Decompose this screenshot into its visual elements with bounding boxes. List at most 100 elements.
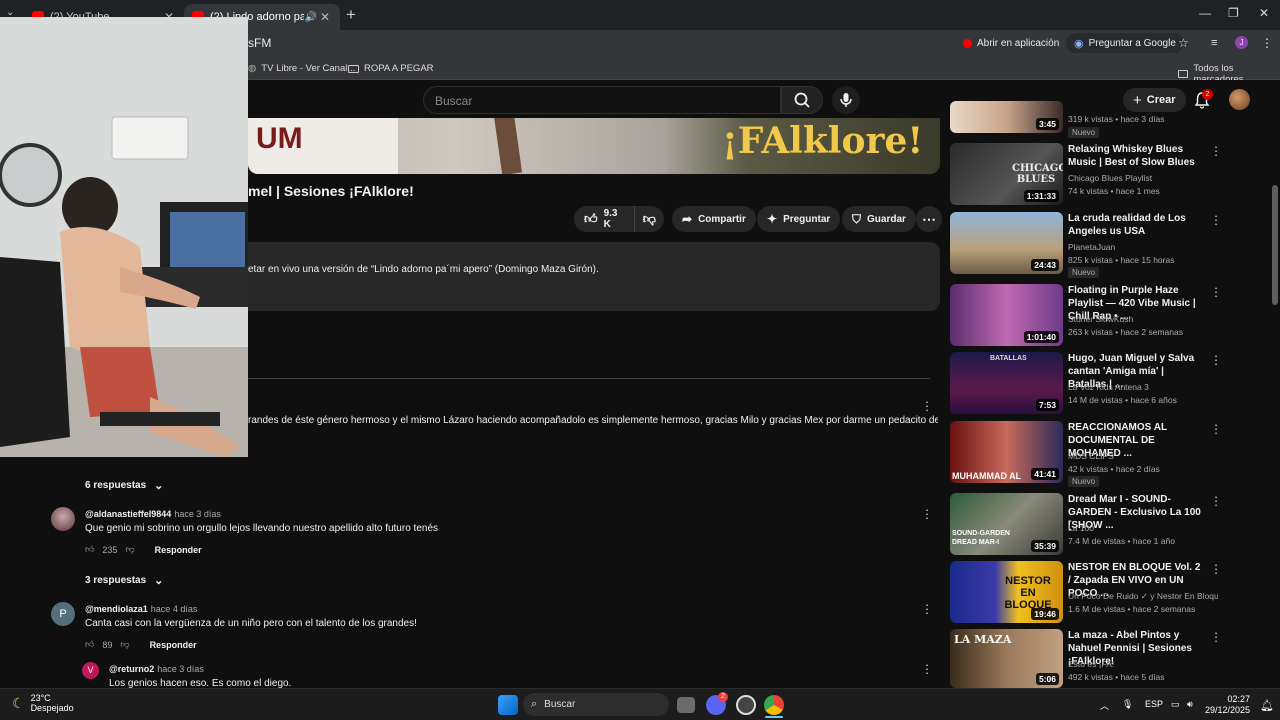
steam-icon[interactable]	[736, 695, 756, 715]
recommendation-item[interactable]: CHICAGO BLUES 1:31:33 Relaxing Whiskey B…	[950, 140, 1222, 205]
reading-list-icon[interactable]: ≡	[1211, 34, 1217, 52]
ask-google-button[interactable]: ◉ Preguntar a Google	[1066, 33, 1184, 53]
weather-widget[interactable]: ☾ 23°C Despejado	[12, 693, 74, 713]
commenter-avatar[interactable]: V	[82, 662, 99, 679]
comment-handle[interactable]: @returno2	[109, 664, 154, 674]
channel-name[interactable]: La 100	[1068, 523, 1218, 533]
video-menu-icon[interactable]: · · ·	[1212, 626, 1220, 647]
video-thumbnail[interactable]: MUHAMMAD AL 41:41	[950, 421, 1063, 483]
save-button[interactable]: ⛉ Guardar	[842, 206, 916, 232]
minimize-button[interactable]: —	[1199, 6, 1211, 20]
channel-name[interactable]: Esto es ¡FA!	[1068, 659, 1218, 669]
taskbar-search[interactable]: ⌕ Buscar	[523, 693, 669, 716]
video-menu-icon[interactable]: · · ·	[1212, 140, 1220, 161]
dislike-button[interactable]: 👎︎	[635, 211, 664, 227]
comment-menu-icon[interactable]: · · ·	[923, 395, 931, 416]
more-actions-button[interactable]: ⋯	[916, 206, 942, 232]
new-tab-button[interactable]: +	[346, 5, 356, 25]
video-thumbnail[interactable]: 24:43	[950, 212, 1063, 274]
recommendation-item[interactable]: LA MAZA 5:06 La maza - Abel Pintos y Nah…	[950, 626, 1222, 691]
comment-menu-icon[interactable]: · · ·	[923, 503, 931, 524]
channel-name[interactable]: Stoner SlowKush	[1068, 314, 1218, 324]
video-thumbnail[interactable]: NESTOR EN BLOQUE 19:46	[950, 561, 1063, 623]
comment-date[interactable]: hace 4 días	[151, 604, 198, 614]
tray-overflow-icon[interactable]: ︿	[1100, 699, 1109, 712]
reply-button[interactable]: Responder	[155, 545, 202, 555]
video-thumbnail[interactable]: CHICAGO BLUES 1:31:33	[950, 143, 1063, 205]
microphone-icon[interactable]: 🎙︎	[1122, 699, 1133, 710]
thumbs-down-icon[interactable]: 👎︎	[125, 544, 134, 555]
reply-button[interactable]: Responder	[150, 640, 197, 650]
notification-center-icon[interactable]: 🔔︎	[1260, 699, 1274, 712]
thumbs-up-icon[interactable]: 👍︎	[85, 639, 94, 650]
thumbs-up-icon[interactable]: 👍︎	[85, 544, 94, 555]
channel-name[interactable]: PlanetaJuan	[1068, 242, 1218, 252]
video-menu-icon[interactable]: · · ·	[1212, 349, 1220, 370]
description-box[interactable]	[248, 242, 940, 311]
profile-avatar[interactable]: J	[1235, 36, 1248, 49]
like-button[interactable]: 👍︎ 9.3 K	[574, 206, 635, 232]
comment-handle[interactable]: @mendiolaza1	[85, 604, 148, 614]
channel-name[interactable]: Chicago Blues Playlist	[1068, 173, 1218, 183]
voice-search-button[interactable]	[832, 86, 860, 114]
webcam-overlay	[0, 17, 248, 457]
close-tab-icon[interactable]: ✕	[318, 10, 332, 24]
commenter-avatar[interactable]	[51, 507, 75, 531]
comment-menu-icon[interactable]: · · ·	[923, 658, 931, 679]
channel-name[interactable]: MDS CLIPS	[1068, 451, 1218, 461]
close-window-button[interactable]: ✕	[1259, 6, 1269, 20]
replies-toggle[interactable]: 3 respuestas ⌄	[85, 574, 163, 587]
recommendation-item[interactable]: 24:43 La cruda realidad de Los Angeles u…	[950, 209, 1222, 278]
recommendation-item[interactable]: SOUND-GARDEN DREAD MAR-I 35:39 Dread Mar…	[950, 490, 1222, 555]
language-indicator[interactable]: ESP	[1145, 699, 1163, 709]
recommendation-item[interactable]: NESTOR EN BLOQUE 19:46 NESTOR EN BLOQUE …	[950, 558, 1222, 623]
bookmark-star-icon[interactable]: ☆	[1178, 34, 1189, 52]
open-in-app-button[interactable]: Abrir en aplicación	[963, 34, 1059, 52]
video-menu-icon[interactable]: · · ·	[1212, 418, 1220, 439]
video-menu-icon[interactable]: · · ·	[1212, 281, 1220, 302]
recommendation-item[interactable]: BATALLAS 7:53 Hugo, Juan Miguel y Salva …	[950, 349, 1222, 414]
video-player[interactable]: UM ¡FAlklore!	[248, 118, 940, 174]
thumbs-down-icon[interactable]: 👎︎	[120, 639, 129, 650]
account-avatar[interactable]	[1229, 89, 1250, 110]
chrome-icon[interactable]	[764, 695, 784, 715]
search-input[interactable]: Buscar	[423, 86, 781, 114]
video-thumbnail[interactable]: BATALLAS 7:53	[950, 352, 1063, 414]
commenter-avatar[interactable]: P	[51, 602, 75, 626]
comment-handle[interactable]: @aldanastieffel9844	[85, 509, 171, 519]
network-icon[interactable]: ▭	[1171, 699, 1180, 710]
task-view-icon[interactable]	[677, 697, 695, 713]
recommendation-item[interactable]: 1:01:40 Floating in Purple Haze Playlist…	[950, 281, 1222, 346]
video-duration: 24:43	[1031, 259, 1059, 271]
video-menu-icon[interactable]: · · ·	[1212, 558, 1220, 579]
volume-icon[interactable]: 🔊︎	[1187, 699, 1193, 710]
video-menu-icon[interactable]: · · ·	[1212, 209, 1220, 230]
ask-button[interactable]: ✦ Preguntar	[757, 206, 841, 232]
windows-start-icon[interactable]	[498, 695, 518, 715]
search-button[interactable]	[781, 86, 823, 114]
video-thumbnail[interactable]: LA MAZA 5:06	[950, 629, 1063, 688]
scrollbar-thumb[interactable]	[1272, 185, 1278, 305]
channel-name[interactable]: La Voz Kids Antena 3	[1068, 382, 1218, 392]
recommendation-item[interactable]: MUHAMMAD AL 41:41 REACCIONAMOS AL DOCUME…	[950, 418, 1222, 487]
bookmark-ropa-a-pegar[interactable]: ROPA A PEGAR	[348, 63, 434, 74]
share-button[interactable]: ➦ Compartir	[672, 206, 756, 232]
video-thumbnail[interactable]: SOUND-GARDEN DREAD MAR-I 35:39	[950, 493, 1063, 555]
system-clock[interactable]: 02:27 29/12/2025	[1205, 694, 1250, 716]
speaker-icon[interactable]: 🔊	[304, 12, 318, 23]
video-thumbnail[interactable]: 1:01:40	[950, 284, 1063, 346]
comment-date[interactable]: hace 3 días	[157, 664, 204, 674]
comment-menu-icon[interactable]: · · ·	[923, 598, 931, 619]
restore-button[interactable]: ❐	[1228, 6, 1239, 20]
page-scrollbar[interactable]	[1270, 80, 1280, 688]
channel-name[interactable]: Un Poco De Ruido ✓ y Nestor En Bloque.	[1068, 591, 1218, 602]
replies-toggle[interactable]: 6 respuestas ⌄	[85, 479, 163, 492]
bookmark-tv-libre[interactable]: ◍ TV Libre - Ver Canal...	[248, 63, 355, 74]
video-menu-icon[interactable]: · · ·	[1212, 490, 1220, 511]
comment-date[interactable]: hace 3 días	[174, 509, 221, 519]
comment-actions: 👍︎ 89 👎︎ Responder	[85, 639, 197, 650]
address-bar[interactable]: sFM	[248, 36, 271, 50]
video-thumbnail[interactable]: 3:45	[950, 101, 1063, 133]
thumbnail-text: SOUND-GARDEN DREAD MAR-I	[952, 530, 1010, 546]
browser-menu-icon[interactable]: ⋮	[1261, 34, 1273, 52]
